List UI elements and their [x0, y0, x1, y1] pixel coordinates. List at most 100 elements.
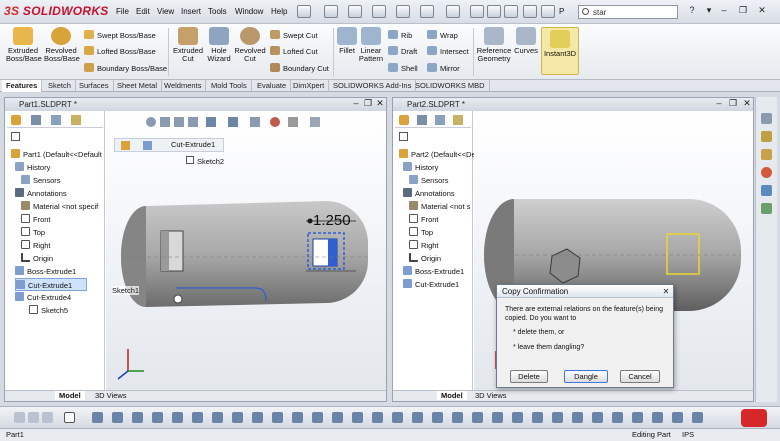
mirror-button[interactable]: Mirror — [427, 63, 460, 73]
tree-item-front[interactable]: Front — [409, 213, 439, 226]
tree-item-origin[interactable]: Origin — [21, 252, 53, 265]
linear-pattern-button[interactable]: Linear Pattern — [358, 27, 384, 63]
new-document-icon[interactable] — [324, 5, 338, 18]
tab-weldments[interactable]: Weldments — [160, 80, 207, 92]
tree-item-right[interactable]: Right — [409, 239, 439, 252]
filter-icon[interactable] — [11, 132, 20, 141]
text-tool-icon[interactable] — [412, 412, 423, 423]
hole-wizard-button[interactable]: Hole Wizard — [204, 27, 234, 63]
swept-cut-button[interactable]: Swept Cut — [270, 30, 318, 40]
tab-model[interactable]: Model — [437, 391, 467, 400]
tab-features[interactable]: Features — [2, 80, 43, 92]
select-cursor-icon[interactable] — [446, 5, 460, 18]
boundary-cut-button[interactable]: Boundary Cut — [270, 63, 329, 73]
help-question-icon[interactable]: ? — [686, 5, 698, 17]
tab-surfaces[interactable]: Surfaces — [75, 80, 114, 92]
tab-sheet-metal[interactable]: Sheet Metal — [113, 80, 163, 92]
convert-tool-icon[interactable] — [352, 412, 363, 423]
tree-item-history[interactable]: History — [403, 161, 438, 174]
tab-addins[interactable]: SOLIDWORKS Add-Ins — [329, 80, 417, 92]
plane-tool-icon[interactable] — [512, 412, 523, 423]
tab-model[interactable]: Model — [55, 391, 85, 400]
scale-tool-icon[interactable] — [632, 412, 643, 423]
move-tool-icon[interactable] — [572, 412, 583, 423]
swept-boss-button[interactable]: Swept Boss/Base — [84, 30, 156, 40]
wrap-button[interactable]: Wrap — [427, 30, 458, 40]
solidworks-logo[interactable]: 3S SOLIDWORKS — [4, 4, 109, 18]
tree-item-top[interactable]: Top — [409, 226, 433, 239]
minimize-button[interactable]: – — [713, 98, 725, 110]
close-button[interactable]: ✕ — [756, 5, 768, 17]
options-dropdown-icon[interactable] — [523, 5, 537, 18]
revolved-boss-button[interactable]: Revolved Boss/Base — [44, 27, 80, 63]
part1-window-title[interactable]: Part1.SLDPRT * — [5, 98, 386, 111]
boundary-boss-button[interactable]: Boundary Boss/Base — [84, 63, 167, 73]
ellipse-tool-icon[interactable] — [492, 412, 503, 423]
tab-evaluate[interactable]: Evaluate — [253, 80, 292, 92]
delete-button[interactable]: Delete — [510, 370, 548, 383]
centerline-tool-icon[interactable] — [432, 412, 443, 423]
search-icon[interactable] — [582, 8, 589, 15]
tree-root-part2[interactable]: Part2 (Default<<De — [399, 148, 476, 161]
property-manager-icon[interactable] — [31, 115, 41, 125]
configuration-manager-icon[interactable] — [51, 115, 61, 125]
draft-button[interactable]: Draft — [388, 46, 417, 56]
rectangle-tool-icon[interactable] — [132, 412, 143, 423]
close-button[interactable]: ✕ — [374, 98, 386, 110]
pin-icon[interactable] — [297, 5, 311, 18]
dimension-value[interactable]: 1.250 — [313, 212, 351, 229]
reference-geometry-button[interactable]: Reference Geometry — [476, 27, 512, 63]
restore-button[interactable]: ❐ — [727, 98, 739, 110]
dimxpert-manager-icon[interactable] — [71, 115, 81, 125]
tree-item-right[interactable]: Right — [21, 239, 51, 252]
menu-insert[interactable]: Insert — [181, 7, 201, 16]
close-button[interactable]: ✕ — [741, 98, 753, 110]
intersect-button[interactable]: Intersect — [427, 46, 469, 56]
fillet-tool-icon[interactable] — [372, 412, 383, 423]
save-icon[interactable] — [372, 5, 386, 18]
offset-tool-icon[interactable] — [252, 412, 263, 423]
trim-tool-icon[interactable] — [232, 412, 243, 423]
rib-button[interactable]: Rib — [388, 30, 412, 40]
polygon-tool-icon[interactable] — [452, 412, 463, 423]
tab-3d-views[interactable]: 3D Views — [471, 391, 511, 400]
open-folder-icon[interactable] — [348, 5, 362, 18]
feature-manager-icon[interactable] — [11, 115, 21, 125]
tab-mbd[interactable]: SOLIDWORKS MBD — [411, 80, 490, 92]
view-palette-icon[interactable] — [761, 185, 772, 196]
options-gear-icon[interactable] — [504, 5, 518, 18]
graphics-area-part1[interactable]: Cut-Extrude1 Sketch2 1.250 Sketch1 — [106, 111, 386, 390]
dangle-button[interactable]: Dangle — [564, 370, 608, 383]
relation-tool-icon[interactable] — [312, 412, 323, 423]
mirror-tool-icon[interactable] — [272, 412, 283, 423]
grid-icon[interactable] — [541, 5, 555, 18]
pattern-tool-icon[interactable] — [292, 412, 303, 423]
tree-item-annotations[interactable]: Annotations — [403, 187, 455, 200]
tree-item-cut-extrude1[interactable]: Cut-Extrude1 — [403, 278, 459, 291]
minimize-button[interactable]: – — [718, 5, 730, 17]
chamfer-tool-icon[interactable] — [392, 412, 403, 423]
sketch-callout-label[interactable]: Sketch1 — [112, 286, 140, 295]
search-input[interactable]: star — [578, 5, 678, 19]
tab-dimxpert[interactable]: DimXpert — [289, 80, 330, 92]
tree-item-front[interactable]: Front — [21, 213, 51, 226]
rebuild-icon[interactable] — [470, 5, 484, 18]
restore-button[interactable]: ❐ — [362, 98, 374, 110]
print-icon[interactable] — [396, 5, 410, 18]
extruded-boss-button[interactable]: Extruded Boss/Base — [6, 27, 42, 63]
tree-root-part1[interactable]: Part1 (Default<<Default — [11, 148, 102, 161]
resources-icon[interactable] — [761, 113, 772, 124]
file-properties-icon[interactable] — [487, 5, 501, 18]
tab-sketch[interactable]: Sketch — [44, 80, 76, 92]
help-dropdown-icon[interactable]: ▾ — [703, 5, 715, 17]
extruded-cut-button[interactable]: Extruded Cut — [172, 27, 204, 63]
slot-tool-icon[interactable] — [472, 412, 483, 423]
select-cursor-icon[interactable] — [64, 412, 75, 423]
youtube-subscribe-icon[interactable] — [741, 409, 767, 427]
tree-item-top[interactable]: Top — [21, 226, 45, 239]
tree-item-sketch5[interactable]: Sketch5 — [29, 304, 68, 317]
split-tool-icon[interactable] — [552, 412, 563, 423]
tree-item-history[interactable]: History — [15, 161, 50, 174]
stretch-tool-icon[interactable] — [652, 412, 663, 423]
status-units[interactable]: IPS — [682, 429, 694, 441]
